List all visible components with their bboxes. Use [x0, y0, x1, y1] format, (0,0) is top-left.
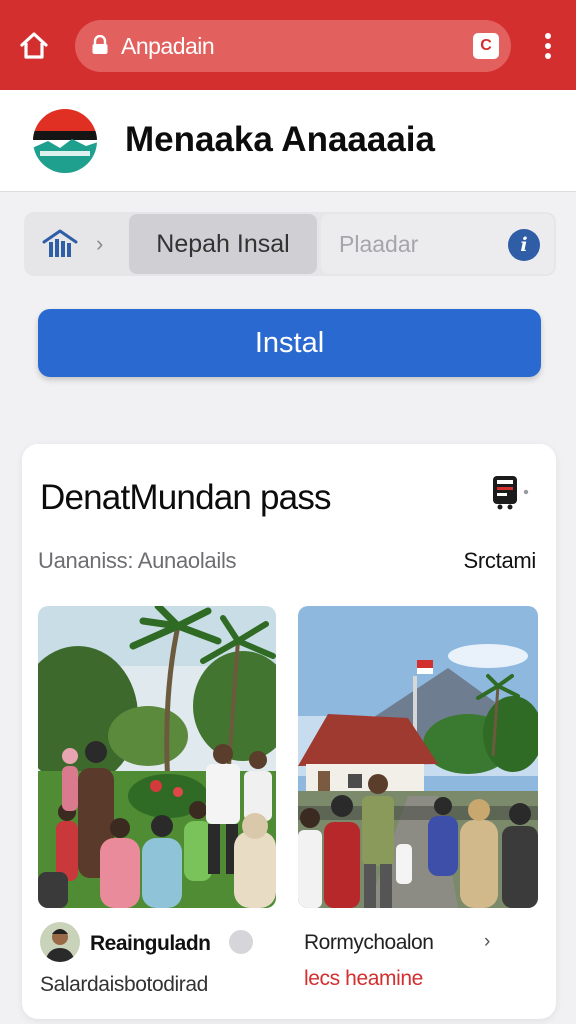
- browser-toolbar: Anpadain C: [0, 0, 576, 90]
- card-media-icon[interactable]: [492, 474, 532, 510]
- menu-dots-icon[interactable]: [536, 28, 560, 64]
- post-subtitle: Salardaisbotodirad: [40, 973, 208, 996]
- avatar[interactable]: [40, 922, 80, 962]
- tab-nepah-insal[interactable]: Nepah Insal: [129, 214, 317, 274]
- url-text: Anpadain: [121, 33, 215, 59]
- tab-switcher-button[interactable]: C: [473, 33, 499, 59]
- home-icon[interactable]: [16, 28, 52, 64]
- info-icon[interactable]: i: [508, 229, 540, 261]
- post-author-name[interactable]: Reainguladn: [90, 932, 211, 956]
- card-title: DenatMundan pass: [40, 478, 332, 517]
- content-card: DenatMundan pass Uananiss: Aunaolails Sr…: [22, 444, 556, 1019]
- install-button[interactable]: Instal: [38, 309, 541, 377]
- card-action-link[interactable]: Srctami: [464, 548, 537, 574]
- breadcrumb-separator: ›: [96, 231, 104, 256]
- tab-plaadar[interactable]: Plaadar i: [321, 214, 554, 274]
- tab-label: Plaadar: [339, 231, 419, 257]
- post-title[interactable]: Rormychoalon: [304, 931, 434, 955]
- lock-icon: [91, 34, 109, 55]
- breadcrumb: › Nepah Insal Plaadar i: [24, 212, 556, 276]
- share-icon[interactable]: [229, 930, 253, 954]
- chevron-right-icon[interactable]: ›: [484, 931, 490, 953]
- app-header: Menaaka Anaaaaia: [0, 90, 576, 192]
- app-logo: [32, 108, 98, 174]
- address-bar[interactable]: Anpadain C: [75, 20, 511, 72]
- card-subtitle: Uananiss: Aunaolails: [38, 548, 237, 573]
- post-photo[interactable]: [298, 606, 538, 908]
- post-photo[interactable]: [38, 606, 276, 908]
- app-title: Menaaka Anaaaaia: [125, 120, 435, 159]
- post-tag[interactable]: lecs heamine: [304, 967, 423, 991]
- breadcrumb-home-icon[interactable]: [42, 228, 78, 260]
